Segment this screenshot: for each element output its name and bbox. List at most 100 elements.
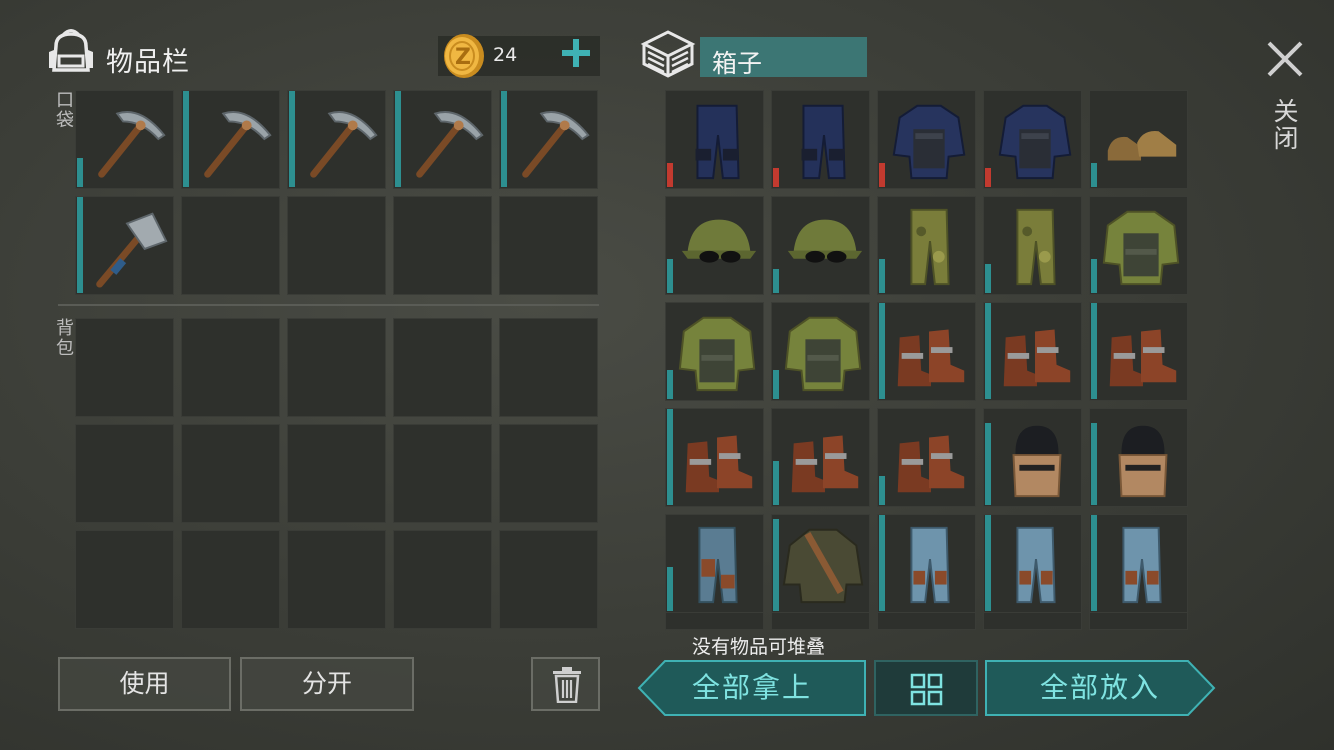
police-vest-icon xyxy=(892,104,966,180)
pickaxe-icon xyxy=(98,111,166,178)
backpack-slot[interactable] xyxy=(75,318,174,417)
backpack-slot[interactable] xyxy=(75,530,174,629)
durability-bar xyxy=(879,163,885,187)
backpack-slot[interactable] xyxy=(393,424,492,523)
close-button[interactable] xyxy=(1262,36,1308,82)
box-slot[interactable] xyxy=(983,90,1082,189)
close-icon xyxy=(1267,41,1303,77)
backpack-slot[interactable] xyxy=(393,530,492,629)
durability-bar xyxy=(879,515,885,611)
pocket-slot[interactable] xyxy=(287,196,386,295)
box-slot[interactable] xyxy=(877,408,976,507)
metal-helmet-icon xyxy=(1012,425,1062,498)
pocket-slot[interactable] xyxy=(393,196,492,295)
box-slot[interactable] xyxy=(983,514,1082,613)
use-button[interactable]: 使用 xyxy=(58,657,231,711)
pocket-slot[interactable] xyxy=(181,196,280,295)
split-button[interactable]: 分开 xyxy=(240,657,414,711)
pocket-slot[interactable] xyxy=(75,196,174,295)
pickaxe-icon xyxy=(416,111,484,178)
durability-bar xyxy=(773,370,779,399)
box-slot[interactable] xyxy=(1089,90,1188,189)
camo-vest-icon xyxy=(784,316,862,392)
box-slot[interactable] xyxy=(983,196,1082,295)
pocket-slot[interactable] xyxy=(181,90,280,189)
pocket-slot[interactable] xyxy=(499,90,598,189)
durability-bar xyxy=(667,370,673,399)
pickaxe-icon xyxy=(522,111,590,178)
durability-bar xyxy=(395,91,401,187)
box-slot[interactable] xyxy=(771,90,870,189)
pickaxe-icon xyxy=(310,111,378,178)
inventory-title: 物品栏 xyxy=(106,47,190,78)
backpack-grid xyxy=(75,318,598,629)
durability-bar xyxy=(289,91,295,187)
box-slot[interactable] xyxy=(771,514,870,613)
durability-bar xyxy=(985,303,991,399)
backpack-slot[interactable] xyxy=(393,318,492,417)
box-slot[interactable] xyxy=(771,196,870,295)
take-all-button[interactable]: 全部拿上 xyxy=(637,660,867,716)
box-slot[interactable] xyxy=(771,612,870,630)
box-slot[interactable] xyxy=(665,196,764,295)
backpack-slot[interactable] xyxy=(75,424,174,523)
section-divider xyxy=(58,304,599,306)
camo-pants-icon xyxy=(910,208,950,286)
backpack-slot[interactable] xyxy=(287,318,386,417)
trash-button[interactable] xyxy=(531,657,600,711)
box-slot[interactable] xyxy=(877,196,976,295)
police-pants-icon xyxy=(801,104,846,180)
box-slot[interactable] xyxy=(1089,612,1188,630)
pocket-slot[interactable] xyxy=(287,90,386,189)
leather-boots-icon xyxy=(897,435,965,493)
durability-bar xyxy=(1091,163,1097,187)
backpack-slot[interactable] xyxy=(181,318,280,417)
box-slot[interactable] xyxy=(1089,408,1188,507)
durability-bar xyxy=(667,567,673,611)
pocket-slot[interactable] xyxy=(499,196,598,295)
backpack-slot[interactable] xyxy=(181,530,280,629)
box-slot[interactable] xyxy=(1089,302,1188,401)
box-slot[interactable] xyxy=(983,302,1082,401)
durability-bar xyxy=(879,303,885,399)
box-slot[interactable] xyxy=(877,612,976,630)
durability-bar xyxy=(985,264,991,293)
box-slot[interactable] xyxy=(665,612,764,630)
box-slot[interactable] xyxy=(983,612,1082,630)
backpack-slot[interactable] xyxy=(499,530,598,629)
box-slot[interactable] xyxy=(665,90,764,189)
pocket-slot[interactable] xyxy=(75,90,174,189)
box-slot[interactable] xyxy=(1089,196,1188,295)
box-slot[interactable] xyxy=(877,514,976,613)
backpack-slot[interactable] xyxy=(499,424,598,523)
put-all-button[interactable]: 全部放入 xyxy=(984,660,1216,716)
backpack-slot[interactable] xyxy=(287,424,386,523)
sort-button[interactable] xyxy=(874,660,978,716)
backpack-slot[interactable] xyxy=(181,424,280,523)
box-slot[interactable] xyxy=(877,302,976,401)
close-label[interactable]: 关闭 xyxy=(1270,98,1302,152)
durability-bar xyxy=(985,515,991,611)
box-slot[interactable] xyxy=(771,408,870,507)
backpack-label: 背包 xyxy=(53,318,74,358)
box-slot[interactable] xyxy=(665,408,764,507)
leather-boots-icon xyxy=(791,435,859,493)
box-slot[interactable] xyxy=(771,302,870,401)
add-coins-button[interactable] xyxy=(556,33,596,73)
box-slot[interactable] xyxy=(665,302,764,401)
backpack-slot[interactable] xyxy=(287,530,386,629)
box-slot[interactable] xyxy=(1089,514,1188,613)
backpack-slot[interactable] xyxy=(499,318,598,417)
backpack-icon xyxy=(46,26,96,76)
box-slot[interactable] xyxy=(983,408,1082,507)
durability-bar xyxy=(985,423,991,505)
box-title: 箱子 xyxy=(712,49,763,78)
box-slot[interactable] xyxy=(665,514,764,613)
box-slot[interactable] xyxy=(877,90,976,189)
camo-vest-icon xyxy=(678,316,756,392)
pocket-slot[interactable] xyxy=(393,90,492,189)
stack-message: 没有物品可堆叠 xyxy=(692,636,826,658)
coin-count: 24 xyxy=(493,44,518,66)
durability-bar xyxy=(879,476,885,505)
jeans-pants-icon xyxy=(1016,526,1056,604)
